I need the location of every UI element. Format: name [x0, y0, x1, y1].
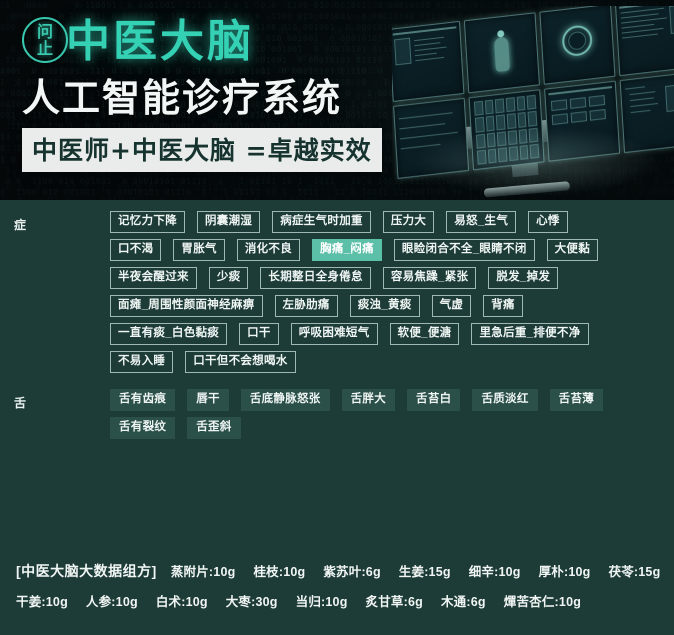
- herb-item: 茯苓:15g: [608, 565, 661, 579]
- brand-name: 中医大脑: [66, 16, 254, 67]
- tongue-section: 舌 舌有齿痕 唇干 舌底静脉怒张 舌胖大 舌苔白 舌质淡红 舌苔薄 舌有裂纹 舌歪斜: [0, 376, 674, 442]
- symptom-tag[interactable]: 易怒_生气: [446, 211, 517, 233]
- screen-human-body: [463, 12, 540, 94]
- symptom-tag[interactable]: 口不渴: [110, 239, 162, 261]
- herb-item: 细辛:10g: [468, 565, 521, 579]
- monitor-montage-image: [392, 6, 674, 200]
- screen-keypad: [468, 89, 545, 171]
- logo-char-bottom: 止: [36, 39, 53, 58]
- brand-block: 问 止 中医大脑 人工智能诊疗系统 中医师+中医大脑 =卓越实效: [22, 14, 382, 172]
- wenzhi-logo-icon: 问 止: [22, 17, 68, 63]
- herb-item: 大枣:30g: [225, 595, 278, 609]
- herb-list-2: 干姜:10g 人参:10g 白术:10g 大枣:30g 当归:10g 炙甘草:6g 木通:6…: [16, 587, 581, 617]
- app-root: 1 0000 0 110001 0 0001001 111 0 1 0 1 0 …: [0, 0, 674, 635]
- symptom-row: 不易入睡 口干但不会想喝水: [110, 348, 674, 376]
- tongue-tag[interactable]: 舌苔薄: [549, 389, 604, 411]
- herb-item: 干姜:10g: [16, 595, 68, 609]
- gauge-dial-icon: [561, 23, 594, 58]
- symptom-tag[interactable]: 病症生气时加重: [272, 211, 371, 233]
- herb-item: 生姜:15g: [398, 565, 451, 579]
- herb-item: 燀苦杏仁:10g: [503, 595, 582, 609]
- herb-item: 人参:10g: [85, 595, 138, 609]
- tongue-tag[interactable]: 舌有裂纹: [110, 417, 176, 439]
- body-silhouette-icon: [493, 36, 510, 73]
- tongue-tag[interactable]: 舌底静脉怒张: [240, 389, 330, 411]
- symptom-tag[interactable]: 气虚: [431, 295, 472, 317]
- screen-grid: [392, 6, 674, 179]
- symptom-tag[interactable]: 口干但不会想喝水: [185, 351, 296, 373]
- tongue-tag[interactable]: 舌胖大: [341, 389, 396, 411]
- prescription-title: [中医大脑大数据组方]: [16, 563, 157, 579]
- symptom-tag[interactable]: 软便_便溏: [389, 323, 460, 345]
- screen-gauge: [539, 6, 616, 85]
- monitor-base: [483, 181, 571, 198]
- brand-title-row: 问 止 中医大脑: [22, 14, 382, 70]
- herb-item: 白术:10g: [155, 595, 208, 609]
- hero-banner: 1 0000 0 110001 0 0001001 111 0 1 0 1 0 …: [0, 0, 674, 200]
- symptom-row: 口不渴 胃胀气 消化不良 胸痛_闷痛 眼睑闭合不全_眼睛不闭 大便黏: [110, 236, 674, 264]
- brand-slogan: 中医师+中医大脑 =卓越实效: [22, 128, 382, 172]
- symptom-section-label: 症: [14, 218, 28, 232]
- symptom-tag[interactable]: 消化不良: [236, 239, 301, 261]
- herb-item: 蒸附片:10g: [170, 565, 236, 579]
- tongue-tag[interactable]: 舌有齿痕: [110, 389, 176, 411]
- screen-code-log: [614, 6, 674, 77]
- tongue-row: 舌有齿痕 唇干 舌底静脉怒张 舌胖大 舌苔白 舌质淡红 舌苔薄: [110, 386, 674, 414]
- symptom-tag[interactable]: 半夜会醒过来: [110, 267, 197, 289]
- herb-item: 当归:10g: [295, 595, 348, 609]
- symptom-tag[interactable]: 眼睑闭合不全_眼睛不闭: [393, 239, 535, 261]
- symptom-tag[interactable]: 胃胀气: [173, 239, 225, 261]
- herb-item: 木通:6g: [440, 595, 486, 609]
- content-area: 症 记忆力下降 阴囊潮湿 病症生气时加重 压力大 易怒_生气 心悸 口不渴 胃胀气 消化不良 胸痛…: [0, 200, 674, 635]
- symptom-tag[interactable]: 一直有痰_白色黏痰: [110, 323, 228, 345]
- logo-char-top: 问: [36, 22, 53, 41]
- prescription-line-1: [中医大脑大数据组方] 蒸附片:10g 桂枝:10g 紫苏叶:6g 生姜:15g 细辛:…: [16, 556, 661, 587]
- herb-item: 紫苏叶:6g: [323, 565, 381, 579]
- symptom-tag[interactable]: 口干: [239, 323, 279, 345]
- prescription-block: [中医大脑大数据组方] 蒸附片:10g 桂枝:10g 紫苏叶:6g 生姜:15g 细辛:…: [0, 556, 674, 617]
- screen-tree-view: [619, 72, 674, 154]
- tongue-tag-rows: 舌有齿痕 唇干 舌底静脉怒张 舌胖大 舌苔白 舌质淡红 舌苔薄 舌有裂纹 舌歪斜: [110, 386, 674, 442]
- brand-subtitle: 人工智能诊疗系统: [22, 75, 343, 120]
- symptom-tag[interactable]: 容易焦躁_紧张: [382, 267, 477, 289]
- screen-dashboard-list: [392, 20, 465, 102]
- tongue-section-label: 舌: [14, 396, 28, 410]
- symptom-tag[interactable]: 长期整日全身倦怠: [260, 267, 371, 289]
- herb-item: 炙甘草:6g: [365, 595, 423, 609]
- symptom-section: 症 记忆力下降 阴囊潮湿 病症生气时加重 压力大 易怒_生气 心悸 口不渴 胃胀气 消化不良 胸痛…: [0, 200, 674, 376]
- symptom-tag[interactable]: 脱发_掉发: [488, 267, 559, 289]
- symptom-tag[interactable]: 心悸: [528, 211, 568, 233]
- symptom-tag[interactable]: 不易入睡: [110, 351, 174, 373]
- symptom-row: 记忆力下降 阴囊潮湿 病症生气时加重 压力大 易怒_生气 心悸: [110, 208, 674, 236]
- symptom-tag[interactable]: 面瘫_周围性颜面神经麻痹: [110, 295, 263, 317]
- symptom-row: 半夜会醒过来 少痰 长期整日全身倦怠 容易焦躁_紧张 脱发_掉发: [110, 264, 674, 292]
- prescription-line-2: 干姜:10g 人参:10g 白术:10g 大枣:30g 当归:10g 炙甘草:6g 木通:6…: [16, 587, 658, 617]
- symptom-tag-rows: 记忆力下降 阴囊潮湿 病症生气时加重 压力大 易怒_生气 心悸 口不渴 胃胀气 消化不良 胸痛_闷…: [110, 208, 674, 376]
- tongue-tag[interactable]: 舌歪斜: [187, 417, 241, 439]
- symptom-tag[interactable]: 左胁肋痛: [274, 295, 338, 317]
- tongue-tag[interactable]: 舌质淡红: [472, 389, 538, 411]
- symptom-tag[interactable]: 少痰: [208, 267, 249, 289]
- symptom-tag[interactable]: 大便黏: [546, 239, 599, 261]
- symptom-tag[interactable]: 背痛: [483, 295, 523, 317]
- symptom-tag[interactable]: 记忆力下降: [110, 211, 185, 233]
- symptom-tag[interactable]: 痰浊_黄痰: [349, 295, 420, 317]
- symptom-row: 面瘫_周围性颜面神经麻痹 左胁肋痛 痰浊_黄痰 气虚 背痛: [110, 292, 674, 320]
- keypad-grid: [473, 94, 540, 165]
- tongue-tag[interactable]: 唇干: [187, 389, 229, 411]
- symptom-tag[interactable]: 阴囊潮湿: [197, 211, 261, 233]
- symptom-tag[interactable]: 压力大: [382, 211, 435, 233]
- herb-list-1: 蒸附片:10g 桂枝:10g 紫苏叶:6g 生姜:15g 细辛:10g 厚朴:10g 茯苓:…: [171, 557, 661, 587]
- symptom-row: 一直有痰_白色黏痰 口干 呼吸困难短气 软便_便溏 里急后重_排便不净: [110, 320, 674, 348]
- symptom-tag-selected[interactable]: 胸痛_闷痛: [312, 239, 382, 261]
- herb-item: 厚朴:10g: [538, 565, 591, 579]
- tongue-tag[interactable]: 舌苔白: [407, 389, 461, 411]
- tongue-row: 舌有裂纹 舌歪斜: [110, 414, 674, 442]
- symptom-tag[interactable]: 呼吸困难短气: [290, 323, 378, 345]
- screen-waveform: [393, 97, 470, 179]
- symptom-tag[interactable]: 里急后重_排便不净: [471, 323, 589, 345]
- screen-data-cards: [544, 80, 621, 162]
- herb-item: 桂枝:10g: [253, 565, 306, 579]
